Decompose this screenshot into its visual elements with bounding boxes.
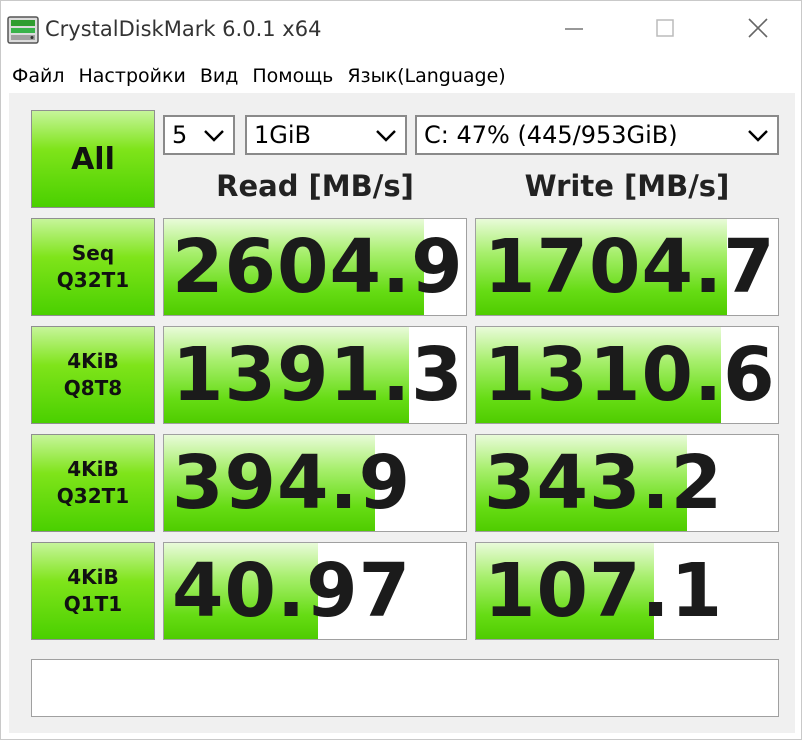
drive-select[interactable]: C: 47% (445/953GiB) bbox=[415, 115, 779, 155]
menu-help[interactable]: Помощь bbox=[252, 65, 333, 87]
test-size-select[interactable]: 1GiB bbox=[245, 115, 407, 155]
test-count-value: 5 bbox=[172, 121, 188, 149]
read-value: 40.97 bbox=[172, 548, 412, 634]
write-value: 343.2 bbox=[484, 440, 724, 526]
test-count-select[interactable]: 5 bbox=[163, 115, 235, 155]
read-value: 2604.9 bbox=[172, 224, 464, 310]
title-bar: CrystalDiskMark 6.0.1 x64 bbox=[1, 1, 803, 63]
write-value: 1704.7 bbox=[484, 224, 776, 310]
test-seq-q32t1-button[interactable]: Seq Q32T1 bbox=[31, 218, 155, 316]
write-header: Write [MB/s] bbox=[524, 169, 730, 203]
menu-settings[interactable]: Настройки bbox=[79, 65, 186, 87]
close-icon[interactable] bbox=[747, 17, 769, 39]
minimize-icon[interactable] bbox=[563, 17, 585, 39]
read-value: 394.9 bbox=[172, 440, 412, 526]
all-button[interactable]: All bbox=[31, 110, 155, 208]
read-result-4kib-q8t8: 1391.3 bbox=[163, 326, 467, 424]
read-result-seq-q32t1: 2604.9 bbox=[163, 218, 467, 316]
read-value: 1391.3 bbox=[172, 332, 464, 418]
test-4kib-q8t8-button[interactable]: 4KiB Q8T8 bbox=[31, 326, 155, 424]
comment-field[interactable] bbox=[31, 659, 779, 717]
window-title: CrystalDiskMark 6.0.1 x64 bbox=[45, 17, 322, 41]
write-result-4kib-q8t8: 1310.6 bbox=[475, 326, 779, 424]
chevron-down-icon bbox=[376, 130, 396, 142]
maximize-icon[interactable] bbox=[654, 17, 676, 39]
menu-bar: Файл Настройки Вид Помощь Язык(Language) bbox=[1, 61, 803, 91]
write-result-4kib-q32t1: 343.2 bbox=[475, 434, 779, 532]
test-4kib-q32t1-button[interactable]: 4KiB Q32T1 bbox=[31, 434, 155, 532]
chevron-down-icon bbox=[748, 130, 768, 142]
test-size-value: 1GiB bbox=[254, 121, 311, 149]
write-result-4kib-q1t1: 107.1 bbox=[475, 542, 779, 640]
menu-file[interactable]: Файл bbox=[12, 65, 65, 87]
chevron-down-icon bbox=[204, 130, 224, 142]
disk-icon bbox=[7, 16, 39, 44]
write-value: 107.1 bbox=[484, 548, 724, 634]
main-panel: All 5 1GiB C: 47% (445/953GiB) Read [MB/… bbox=[9, 93, 795, 733]
read-result-4kib-q1t1: 40.97 bbox=[163, 542, 467, 640]
read-result-4kib-q32t1: 394.9 bbox=[163, 434, 467, 532]
read-header: Read [MB/s] bbox=[216, 169, 414, 203]
test-4kib-q1t1-button[interactable]: 4KiB Q1T1 bbox=[31, 542, 155, 640]
menu-language[interactable]: Язык(Language) bbox=[347, 65, 505, 87]
write-value: 1310.6 bbox=[484, 332, 776, 418]
write-result-seq-q32t1: 1704.7 bbox=[475, 218, 779, 316]
app-window: CrystalDiskMark 6.0.1 x64 Файл Настройки… bbox=[0, 0, 802, 740]
menu-view[interactable]: Вид bbox=[200, 65, 239, 87]
drive-value: C: 47% (445/953GiB) bbox=[424, 121, 678, 149]
